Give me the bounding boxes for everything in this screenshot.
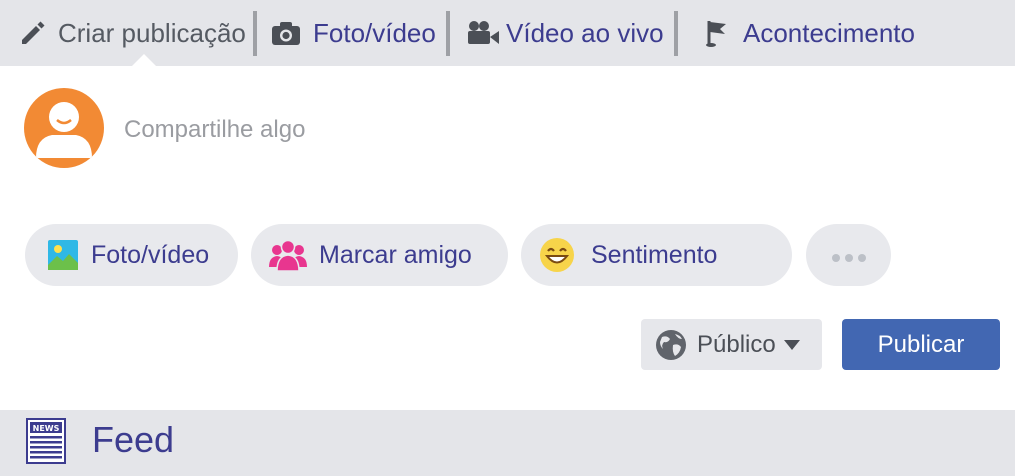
tab-label: Criar publicação — [58, 17, 246, 48]
globe-icon — [655, 329, 687, 361]
feed-title[interactable]: Feed — [92, 419, 174, 461]
camera-icon — [271, 20, 301, 46]
user-avatar-icon — [24, 88, 104, 168]
flag-icon — [705, 18, 729, 48]
tag-friend-label: Marcar amigo — [319, 240, 472, 269]
news-icon: NEWS — [26, 418, 66, 469]
audience-selector[interactable]: Público — [641, 319, 822, 370]
tab-divider — [253, 11, 257, 56]
tab-live-video[interactable]: Vídeo ao vivo — [466, 0, 664, 66]
tab-photo-video[interactable]: Foto/vídeo — [271, 0, 436, 66]
tab-divider — [446, 11, 450, 56]
photo-icon — [47, 239, 79, 271]
tab-label: Acontecimento — [743, 17, 915, 48]
tab-label: Foto/vídeo — [313, 17, 436, 48]
tab-divider — [674, 11, 678, 56]
active-tab-pointer — [132, 54, 156, 66]
news-icon-text: NEWS — [33, 424, 60, 433]
tab-life-event[interactable]: Acontecimento — [705, 0, 915, 66]
composer-tab-bar: Criar publicação Foto/vídeo Vídeo ao viv… — [0, 0, 1015, 66]
smiley-icon — [539, 237, 575, 273]
video-camera-icon — [466, 19, 500, 47]
photo-video-label: Foto/vídeo — [91, 240, 210, 269]
post-text-input[interactable]: Compartilhe algo — [124, 116, 305, 144]
feeling-button[interactable]: Sentimento — [521, 224, 792, 286]
tab-label: Vídeo ao vivo — [506, 17, 664, 48]
friends-icon — [269, 239, 307, 271]
pencil-icon — [18, 19, 46, 47]
photo-video-button[interactable]: Foto/vídeo — [25, 224, 238, 286]
publish-button[interactable]: Publicar — [842, 319, 1000, 370]
audience-label: Público — [697, 330, 776, 358]
more-icon — [831, 241, 867, 270]
chevron-down-icon — [783, 339, 800, 350]
feeling-label: Sentimento — [591, 240, 718, 269]
more-options-button[interactable] — [806, 224, 891, 286]
tag-friend-button[interactable]: Marcar amigo — [251, 224, 508, 286]
